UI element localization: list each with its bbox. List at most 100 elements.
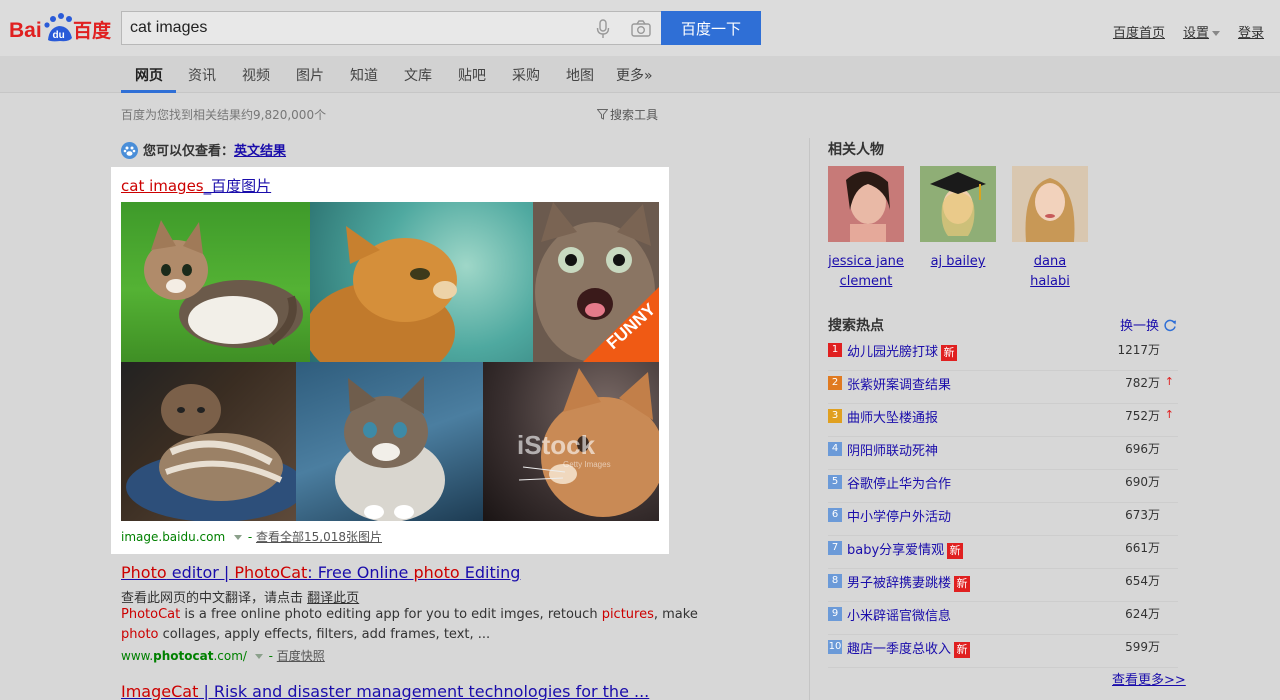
hot-search-item[interactable]: 7 baby分享爱情观新 661万 — [828, 536, 1178, 569]
tab-map[interactable]: 地图 — [566, 65, 594, 85]
search-button[interactable]: 百度一下 — [661, 11, 761, 45]
cat-image-4[interactable] — [121, 362, 296, 521]
tab-news[interactable]: 资讯 — [188, 65, 216, 85]
hot-search-link[interactable]: baby分享爱情观新 — [847, 539, 964, 559]
search-box — [121, 11, 662, 45]
tab-more[interactable]: 更多» — [616, 65, 653, 85]
cat-image-2[interactable] — [310, 202, 533, 362]
tab-purchase[interactable]: 采购 — [512, 65, 540, 85]
image-result-card: cat images_百度图片 FUNNY iStock Getty Image… — [111, 167, 669, 554]
title-part: | Risk and disaster management technolog… — [198, 682, 650, 700]
refresh-hot-button[interactable]: 换一换 — [1120, 315, 1177, 334]
separator: - — [247, 530, 253, 544]
hot-search-item[interactable]: 8 男子被辞携妻跳楼新 654万 — [828, 569, 1178, 602]
hot-search-count: 690万 — [1125, 475, 1160, 489]
hot-search-item[interactable]: 4 阴阳师联动死神 696万 — [828, 437, 1178, 470]
image-title-site[interactable]: _百度图片 — [204, 177, 272, 195]
top-links: 百度首页 设置 登录 — [1113, 22, 1264, 41]
refresh-icon — [1164, 319, 1177, 332]
result-snippet-line-1: PhotoCat is a free online photo editing … — [121, 607, 698, 622]
hot-search-count: 624万 — [1125, 607, 1160, 621]
person-name-line: aj bailey — [930, 254, 986, 269]
translate-row: 查看此网页的中文翻译，请点击 翻译此页 — [121, 587, 359, 606]
svg-text:du: du — [53, 30, 65, 41]
microphone-icon[interactable] — [596, 19, 610, 39]
hot-search-link[interactable]: 阴阳师联动死神 — [847, 440, 938, 459]
tab-web[interactable]: 网页 — [135, 65, 163, 85]
hot-search-item[interactable]: 6 中小学停户外活动 673万 — [828, 503, 1178, 536]
hot-search-count: 1217万 — [1117, 343, 1160, 357]
chevron-down-icon[interactable] — [234, 535, 242, 540]
snapshot-link[interactable]: 百度快照 — [277, 649, 325, 663]
person-card[interactable]: dana halabi — [1012, 166, 1088, 292]
cat-image-1[interactable] — [121, 202, 310, 362]
cat-image-6[interactable]: iStock Getty Images — [483, 362, 659, 521]
tab-video[interactable]: 视频 — [242, 65, 270, 85]
hot-search-label: 张紫妍案调查结果 — [847, 378, 952, 393]
hot-search-item[interactable]: 1 幼儿园光膀打球新 1217万 — [828, 338, 1178, 371]
tab-wenku[interactable]: 文库 — [404, 65, 432, 85]
result-title-photocat[interactable]: Photo editor | PhotoCat: Free Online pho… — [121, 563, 520, 582]
result-url[interactable]: www.photocat.com/ — [121, 649, 247, 663]
hot-search-count: 752万 — [1125, 409, 1160, 423]
hot-search-label: 曲师大坠楼通报 — [847, 411, 939, 426]
related-people-title: 相关人物 — [828, 142, 884, 158]
person-card[interactable]: jessica jane clement — [828, 166, 904, 292]
rank-badge: 7 — [828, 541, 842, 555]
hot-search-count: 599万 — [1125, 640, 1160, 654]
image-source-url[interactable]: image.baidu.com — [121, 530, 225, 544]
hot-search-link[interactable]: 张紫妍案调查结果 — [847, 374, 951, 393]
view-all-images-link[interactable]: 查看全部15,018张图片 — [256, 530, 382, 544]
svg-text:iStock: iStock — [517, 430, 596, 460]
hot-search-item[interactable]: 10 趣店一季度总收入新 599万 — [828, 635, 1178, 668]
rank-badge: 5 — [828, 475, 842, 489]
hot-searches-title: 搜索热点 — [828, 318, 884, 334]
trend-up-icon: ↑ — [1164, 408, 1174, 421]
result-count: 百度为您找到相关结果约9,820,000个 — [121, 108, 327, 122]
view-more-link[interactable]: 查看更多>> — [1112, 669, 1186, 688]
baidu-logo[interactable]: Bai du 百度 — [9, 8, 113, 44]
hot-search-item[interactable]: 5 谷歌停止华为合作 690万 — [828, 470, 1178, 503]
funny-kitten: FUNNY — [535, 202, 659, 362]
hot-search-link[interactable]: 小米辟谣官微信息 — [847, 605, 951, 624]
baidu-home-link[interactable]: 百度首页 — [1113, 22, 1165, 41]
hot-search-link[interactable]: 中小学停户外活动 — [847, 506, 951, 525]
cat-image-3[interactable]: FUNNY — [533, 202, 659, 362]
hot-search-link[interactable]: 曲师大坠楼通报 — [847, 407, 938, 426]
translate-prompt: 查看此网页的中文翻译，请点击 — [121, 591, 304, 606]
rank-badge: 3 — [828, 409, 842, 423]
title-part: editor | — [166, 563, 235, 582]
hot-search-count: 654万 — [1125, 574, 1160, 588]
tab-zhidao[interactable]: 知道 — [350, 65, 378, 85]
hot-search-item[interactable]: 9 小米辟谣官微信息 624万 — [828, 602, 1178, 635]
tab-tieba[interactable]: 贴吧 — [458, 65, 486, 85]
sleeping-tabby-cat — [126, 384, 296, 521]
kitten-in-rain — [335, 376, 445, 521]
image-title-keyword[interactable]: cat images — [121, 177, 204, 195]
search-tools-button[interactable]: 搜索工具 — [597, 106, 658, 123]
english-results-link[interactable]: 英文结果 — [234, 144, 286, 159]
hot-search-link[interactable]: 男子被辞携妻跳楼新 — [847, 572, 971, 592]
image-result-title[interactable]: cat images_百度图片 — [121, 175, 271, 196]
translate-page-link[interactable]: 翻译此页 — [307, 591, 359, 606]
result-snippet-line-2: photo collages, apply effects, filters, … — [121, 627, 490, 642]
person-name: aj bailey — [920, 252, 996, 272]
hot-search-label: 趣店一季度总收入 — [847, 642, 952, 657]
hot-search-item[interactable]: 2 张紫妍案调查结果 782万 ↑ — [828, 371, 1178, 404]
tab-images[interactable]: 图片 — [296, 65, 324, 85]
hot-search-link[interactable]: 谷歌停止华为合作 — [847, 473, 951, 492]
chevron-down-icon[interactable] — [254, 654, 263, 659]
hot-search-link[interactable]: 趣店一季度总收入新 — [847, 638, 971, 658]
settings-link[interactable]: 设置 — [1183, 22, 1220, 41]
title-part: PhotoCat — [234, 563, 308, 582]
cat-image-5[interactable] — [296, 362, 483, 521]
hot-search-count: 782万 — [1125, 376, 1160, 390]
login-link[interactable]: 登录 — [1238, 22, 1264, 41]
person-card[interactable]: aj bailey — [920, 166, 996, 272]
hot-search-item[interactable]: 3 曲师大坠楼通报 752万 ↑ — [828, 404, 1178, 437]
hot-search-link[interactable]: 幼儿园光膀打球新 — [847, 341, 958, 361]
result-title-imagecat[interactable]: ImageCat | Risk and disaster management … — [121, 682, 649, 700]
camera-icon[interactable] — [631, 20, 651, 37]
search-input[interactable] — [130, 12, 580, 44]
new-badge: 新 — [947, 543, 964, 559]
